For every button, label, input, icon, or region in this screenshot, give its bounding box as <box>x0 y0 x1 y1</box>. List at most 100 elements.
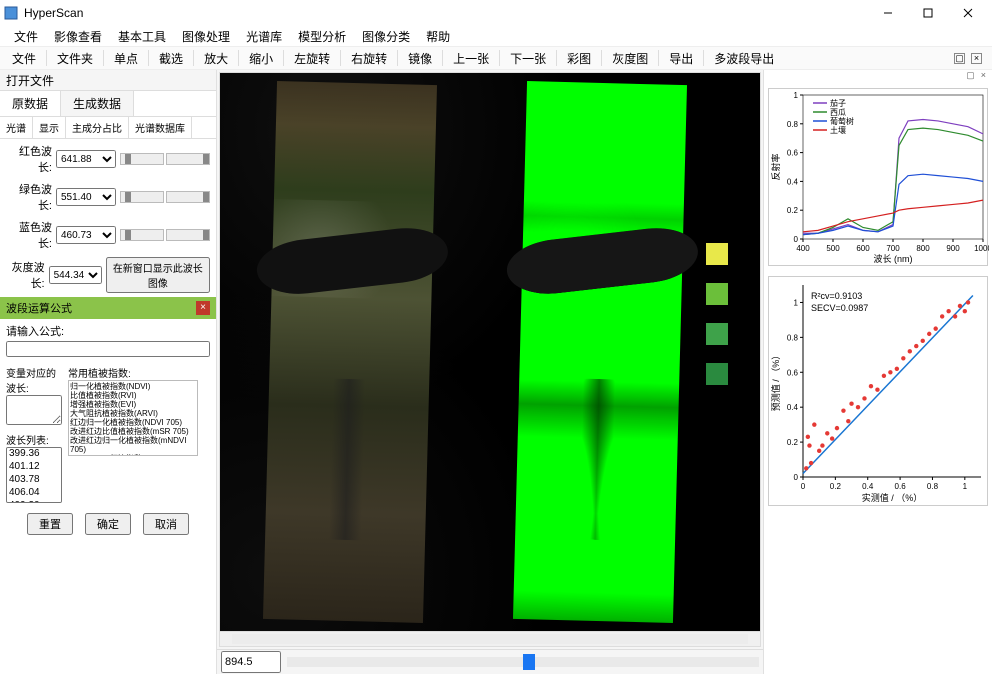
svg-text:900: 900 <box>946 244 960 253</box>
svg-text:500: 500 <box>826 244 840 253</box>
svg-text:0.4: 0.4 <box>862 482 874 491</box>
band-slider-thumb[interactable] <box>523 654 535 670</box>
toolbtn-截选[interactable]: 截选 <box>151 48 191 69</box>
toolbtn-多波段导出[interactable]: 多波段导出 <box>706 48 782 69</box>
app-icon <box>4 6 18 20</box>
svg-text:700: 700 <box>886 244 900 253</box>
toolbtn-彩图[interactable]: 彩图 <box>559 48 599 69</box>
green-band-select[interactable]: 551.40 <box>56 188 116 206</box>
red-band-row: 红色波长: 641.88 <box>6 143 210 175</box>
left-dock-title: 打开文件 <box>0 70 216 91</box>
toolbtn-下一张[interactable]: 下一张 <box>502 48 554 69</box>
band-slider-row <box>217 649 763 674</box>
veg-index-list[interactable]: 归一化植被指数(NDVI)比值植被指数(RVI)增强植被指数(EVI)大气阻抗植… <box>68 380 198 456</box>
svg-text:实测值 / （%）: 实测值 / （%） <box>862 492 923 503</box>
dock-pin-icon[interactable]: ▢ <box>954 53 965 64</box>
toolbtn-放大[interactable]: 放大 <box>196 48 236 69</box>
red-band-slider[interactable] <box>120 153 210 165</box>
svg-text:1: 1 <box>963 482 968 491</box>
center-panel <box>217 70 763 674</box>
formula-columns: 变量对应的波长: 波长列表: 399.36401.12403.78406.044… <box>0 361 216 507</box>
band-slider-readout[interactable] <box>221 651 281 673</box>
menu-图像处理[interactable]: 图像处理 <box>174 26 238 47</box>
viewport-hscroll[interactable] <box>220 631 760 646</box>
svg-text:0.6: 0.6 <box>895 482 907 491</box>
gray-band-label: 灰度波长: <box>6 259 45 291</box>
formula-panel-close-icon[interactable]: × <box>196 301 210 315</box>
menu-模型分析[interactable]: 模型分析 <box>290 26 354 47</box>
right-dock-controls: ▢ × <box>764 70 992 86</box>
blue-band-row: 蓝色波长: 460.73 <box>6 219 210 251</box>
scatter-chart: 00.20.40.60.8100.20.40.60.81实测值 / （%）预测值… <box>768 276 988 506</box>
toolbtn-上一张[interactable]: 上一张 <box>445 48 497 69</box>
svg-text:西瓜: 西瓜 <box>830 108 846 117</box>
band-slider-track[interactable] <box>287 657 759 667</box>
toolbtn-文件[interactable]: 文件 <box>4 48 44 69</box>
cancel-button[interactable]: 取消 <box>143 513 189 535</box>
subtab-1[interactable]: 显示 <box>33 117 66 138</box>
svg-text:0.4: 0.4 <box>787 177 799 186</box>
subtab-3[interactable]: 光谱数据库 <box>129 117 192 138</box>
legend-swatch <box>706 323 728 345</box>
tab-raw-data[interactable]: 原数据 <box>0 91 61 116</box>
green-band-slider[interactable] <box>120 191 210 203</box>
var-wavelength-label: 变量对应的波长: <box>6 365 62 395</box>
toolbtn-灰度图[interactable]: 灰度图 <box>604 48 656 69</box>
dock-close-icon[interactable]: × <box>971 53 982 64</box>
svg-text:预测值 / （%）: 预测值 / （%） <box>770 351 781 412</box>
ok-button[interactable]: 确定 <box>85 513 131 535</box>
svg-text:土壤: 土壤 <box>830 125 846 135</box>
menu-光谱库[interactable]: 光谱库 <box>238 26 290 47</box>
wavelength-list[interactable]: 399.36401.12403.78406.04409.30411.06 <box>6 447 62 503</box>
legend-swatch <box>706 283 728 305</box>
dock-close-icon[interactable]: × <box>981 70 986 86</box>
app-title: HyperScan <box>24 6 83 20</box>
legend-swatch <box>706 363 728 385</box>
app-window: HyperScan 文件影像查看基本工具图像处理光谱库模型分析图像分类帮助 文件… <box>0 0 992 674</box>
toolbtn-导出[interactable]: 导出 <box>661 48 701 69</box>
maximize-button[interactable] <box>908 0 948 26</box>
green-band-row: 绿色波长: 551.40 <box>6 181 210 213</box>
blue-band-select[interactable]: 460.73 <box>56 226 116 244</box>
svg-text:波长 (nm): 波长 (nm) <box>874 253 913 264</box>
svg-text:0: 0 <box>794 235 799 244</box>
svg-text:600: 600 <box>856 244 870 253</box>
gray-band-select[interactable]: 544.34 <box>49 266 102 284</box>
reset-button[interactable]: 重置 <box>27 513 73 535</box>
red-band-select[interactable]: 641.88 <box>56 150 116 168</box>
svg-text:R²cv=0.9103: R²cv=0.9103 <box>811 291 862 301</box>
menu-图像分类[interactable]: 图像分类 <box>354 26 418 47</box>
subtab-2[interactable]: 主成分占比 <box>66 117 129 138</box>
toolbtn-右旋转[interactable]: 右旋转 <box>343 48 395 69</box>
toolbar-dock-controls: ▢ × <box>954 53 988 64</box>
menu-文件[interactable]: 文件 <box>6 26 46 47</box>
formula-buttons: 重置 确定 取消 <box>0 507 216 541</box>
minimize-button[interactable] <box>868 0 908 26</box>
var-wavelength-box[interactable] <box>6 395 62 425</box>
menu-影像查看[interactable]: 影像查看 <box>46 26 110 47</box>
toolbtn-单点[interactable]: 单点 <box>106 48 146 69</box>
toolbtn-左旋转[interactable]: 左旋转 <box>286 48 338 69</box>
svg-text:SECV=0.0987: SECV=0.0987 <box>811 303 868 313</box>
menu-基本工具[interactable]: 基本工具 <box>110 26 174 47</box>
subtab-0[interactable]: 光谱 <box>0 117 33 138</box>
blue-band-slider[interactable] <box>120 229 210 241</box>
gray-band-row: 灰度波长: 544.34 在新窗口显示此波长图像 <box>6 257 210 293</box>
toolbtn-镜像[interactable]: 镜像 <box>400 48 440 69</box>
dock-pin-icon[interactable]: ▢ <box>966 70 975 86</box>
left-dock-title-text: 打开文件 <box>6 72 54 89</box>
svg-text:0.2: 0.2 <box>787 438 799 447</box>
svg-text:1: 1 <box>794 298 799 307</box>
viewport-frame <box>219 72 761 647</box>
svg-text:400: 400 <box>796 244 810 253</box>
open-gray-window-button[interactable]: 在新窗口显示此波长图像 <box>106 257 210 293</box>
toolbtn-文件夹[interactable]: 文件夹 <box>49 48 101 69</box>
formula-input[interactable] <box>6 341 210 357</box>
menu-帮助[interactable]: 帮助 <box>418 26 458 47</box>
image-viewport[interactable] <box>220 73 760 631</box>
toolbtn-缩小[interactable]: 缩小 <box>241 48 281 69</box>
blue-band-label: 蓝色波长: <box>6 219 52 251</box>
tab-generated-data[interactable]: 生成数据 <box>61 91 134 116</box>
class-legend <box>706 243 728 385</box>
close-button[interactable] <box>948 0 988 26</box>
